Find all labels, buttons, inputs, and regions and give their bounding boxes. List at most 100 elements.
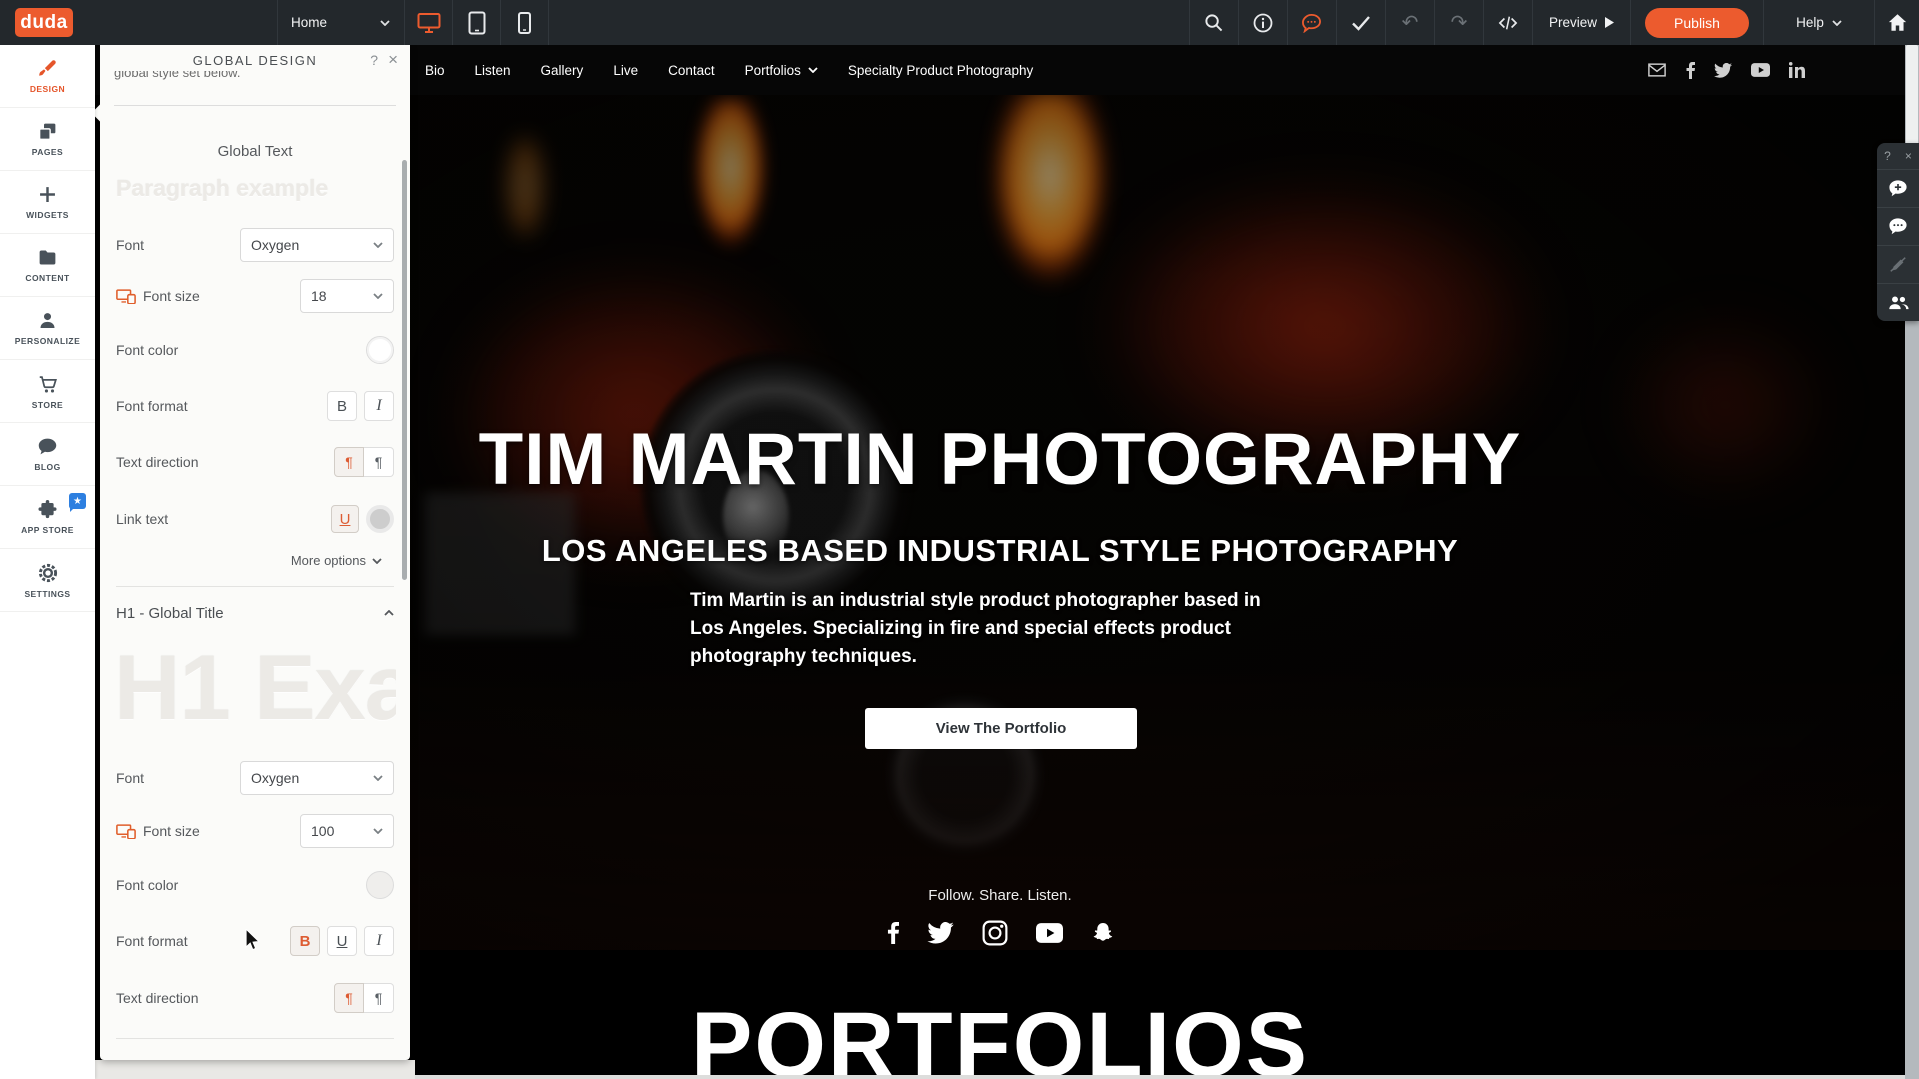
add-comment-icon [1888,179,1908,198]
facebook-icon[interactable] [886,921,899,945]
rtl-direction-button[interactable]: ¶ [364,447,394,477]
font-label: Font [116,770,144,786]
font-format-label: Font format [116,398,188,414]
comments-close-button[interactable]: × [1905,149,1912,163]
pilcrow-rtl-icon: ¶ [375,454,383,470]
h1-ltr-direction-button[interactable]: ¶ [334,983,364,1013]
twitter-icon[interactable] [1714,63,1732,78]
nav-link-bio[interactable]: Bio [425,63,445,78]
link-text-label: Link text [116,511,168,527]
global-text-heading: Global Text [100,143,410,160]
link-color-swatch[interactable] [366,505,394,533]
sidebar-item-blog[interactable]: BLOG [0,423,95,486]
preview-button[interactable]: Preview [1532,0,1630,45]
font-dropdown[interactable]: Oxygen [240,228,394,262]
hide-resolved-button[interactable] [1877,246,1919,284]
h1-font-dropdown[interactable]: Oxygen [240,761,394,795]
h1-font-size-row: Font size 100 [116,813,394,849]
info-button[interactable] [1238,0,1287,45]
nav-link-contact[interactable]: Contact [668,63,715,78]
save-status-button[interactable] [1336,0,1385,45]
sidebar-item-content[interactable]: CONTENT [0,234,95,297]
desktop-view-button[interactable] [405,0,452,45]
font-row: Font Oxygen [116,227,394,263]
font-color-swatch[interactable] [366,336,394,364]
collaborators-button[interactable] [1877,284,1919,321]
ltr-direction-button[interactable]: ¶ [334,447,364,477]
view-portfolio-button[interactable]: View The Portfolio [865,708,1137,749]
divider [116,586,394,587]
search-button[interactable] [1189,0,1238,45]
sidebar-item-settings[interactable]: SETTINGS [0,549,95,612]
h1-rtl-direction-button[interactable]: ¶ [364,983,394,1013]
mobile-view-button[interactable] [501,0,548,45]
youtube-icon[interactable] [1036,923,1063,943]
comments-toolbar: ? × [1877,143,1919,321]
h1-bold-button[interactable]: B [290,926,320,956]
h1-font-color-swatch[interactable] [366,871,394,899]
publish-button[interactable]: Publish [1645,8,1749,38]
redo-button[interactable]: ↷ [1434,0,1483,45]
nav-link-specialty[interactable]: Specialty Product Photography [848,63,1033,78]
undo-button[interactable]: ↶ [1385,0,1434,45]
flame-right [975,95,1125,419]
pilcrow-ltr-icon: ¶ [345,454,353,470]
comments-help-button[interactable]: ? [1884,149,1891,163]
hero-paragraph[interactable]: Tim Martin is an industrial style produc… [690,587,1265,671]
h1-underline-button[interactable]: U [327,926,357,956]
youtube-icon[interactable] [1751,63,1770,77]
email-icon[interactable] [1648,63,1666,77]
link-underline-button[interactable]: U [331,505,359,533]
desktop-icon [417,12,441,34]
folder-icon [37,247,58,268]
chevron-down-icon [808,67,818,73]
twitter-icon[interactable] [927,922,954,944]
section-divider [413,1075,1905,1079]
font-color-row: Font color [116,332,394,368]
sidebar-item-personalize[interactable]: PERSONALIZE [0,297,95,360]
nav-link-portfolios[interactable]: Portfolios [745,63,818,78]
info-icon [1253,13,1273,33]
underline-glyph: U [337,933,348,950]
snapchat-icon[interactable] [1091,921,1115,945]
h1-font-size-dropdown[interactable]: 100 [300,814,394,848]
sidebar-item-widgets[interactable]: WIDGETS [0,171,95,234]
dashboard-home-button[interactable] [1874,0,1919,45]
sidebar-label: BLOG [34,462,60,472]
italic-button[interactable]: I [364,391,394,421]
chevron-down-icon [373,775,383,781]
panel-close-button[interactable]: × [388,50,398,70]
sidebar-item-store[interactable]: STORE [0,360,95,423]
search-icon [1204,13,1223,32]
dev-mode-button[interactable] [1483,0,1532,45]
facebook-icon[interactable] [1685,62,1695,79]
sidebar-item-app-store[interactable]: APP STORE ★ [0,486,95,549]
nav-link-listen[interactable]: Listen [475,63,511,78]
cart-icon [37,373,59,395]
more-options-link[interactable]: More options [291,553,382,568]
sidebar-item-design[interactable]: DESIGN [0,45,95,108]
help-dropdown[interactable]: Help [1763,0,1874,45]
chevron-down-icon [373,242,383,248]
nav-link-gallery[interactable]: Gallery [541,63,584,78]
page-selector-dropdown[interactable]: Home [277,0,404,45]
italic-glyph: I [376,932,381,950]
puzzle-icon [37,499,58,520]
sidebar-item-pages[interactable]: PAGES [0,108,95,171]
tablet-icon [468,11,486,35]
nav-link-live[interactable]: Live [613,63,638,78]
feedback-button[interactable] [1287,0,1336,45]
panel-scrollbar[interactable] [402,160,407,580]
instagram-icon[interactable] [982,920,1008,946]
tablet-view-button[interactable] [453,0,500,45]
add-comment-button[interactable] [1877,170,1919,208]
font-size-label: Font size [116,823,200,839]
linkedin-icon[interactable] [1789,62,1805,78]
bold-button[interactable]: B [327,391,357,421]
h1-italic-button[interactable]: I [364,926,394,956]
h1-section-header[interactable]: H1 - Global Title [116,601,394,625]
font-size-dropdown[interactable]: 18 [300,279,394,313]
duda-logo[interactable]: duda [15,8,73,37]
show-comments-button[interactable] [1877,208,1919,246]
panel-help-button[interactable]: ? [370,52,378,68]
